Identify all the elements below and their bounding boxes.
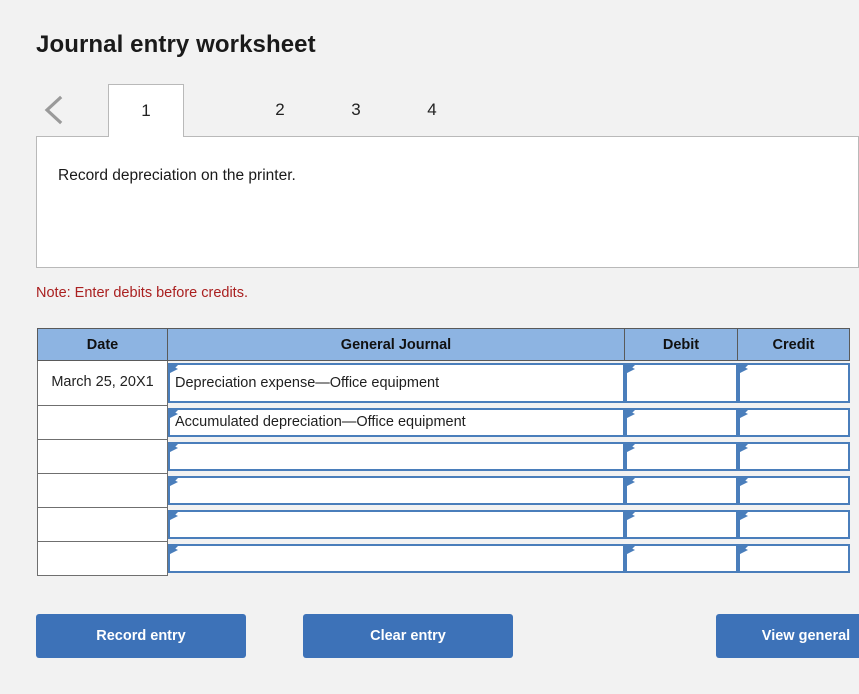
date-cell[interactable]	[37, 439, 168, 474]
credit-input[interactable]	[737, 509, 850, 539]
table-row	[37, 473, 850, 508]
tab-4[interactable]: 4	[396, 84, 468, 136]
cell-marker-icon	[170, 364, 178, 373]
cell-marker-icon	[170, 545, 178, 554]
worksheet-tab-strip: 1 2 3 4	[36, 84, 859, 137]
tab-2-label: 2	[275, 100, 285, 119]
debit-input[interactable]	[624, 362, 738, 403]
record-entry-button[interactable]: Record entry	[36, 614, 246, 658]
cell-marker-icon	[626, 409, 635, 418]
column-header-date: Date	[37, 328, 168, 361]
account-cell[interactable]	[167, 507, 625, 542]
tab-2[interactable]: 2	[244, 84, 316, 136]
credit-cell[interactable]	[737, 439, 850, 474]
debit-input[interactable]	[624, 475, 738, 505]
table-row	[37, 507, 850, 542]
cell-marker-icon	[626, 477, 635, 486]
date-cell[interactable]	[37, 541, 168, 576]
cell-marker-icon	[739, 511, 748, 520]
credit-cell[interactable]	[737, 473, 850, 508]
account-cell[interactable]	[167, 541, 625, 576]
account-input[interactable]	[168, 543, 625, 573]
debit-cell[interactable]	[624, 360, 738, 406]
debit-input[interactable]	[624, 441, 738, 471]
account-input[interactable]	[168, 441, 625, 471]
credit-input[interactable]	[737, 407, 850, 437]
general-journal-table: Date General Journal Debit Credit March …	[37, 328, 850, 576]
cell-marker-icon	[170, 409, 178, 418]
debit-input[interactable]	[624, 543, 738, 573]
tab-4-label: 4	[427, 100, 437, 119]
cell-marker-icon	[739, 364, 748, 373]
question-panel: Record depreciation on the printer.	[36, 137, 859, 268]
clear-entry-button[interactable]: Clear entry	[303, 614, 513, 658]
date-cell[interactable]	[37, 507, 168, 542]
credit-input[interactable]	[737, 475, 850, 505]
cell-marker-icon	[739, 477, 748, 486]
account-cell[interactable]	[167, 439, 625, 474]
credit-input[interactable]	[737, 441, 850, 471]
table-header-row: Date General Journal Debit Credit	[37, 328, 850, 361]
cell-marker-icon	[170, 477, 178, 486]
cell-marker-icon	[626, 443, 635, 452]
debits-before-credits-note: Note: Enter debits before credits.	[36, 285, 248, 301]
debit-input[interactable]	[624, 509, 738, 539]
table-row: Accumulated depreciation—Office equipmen…	[37, 405, 850, 440]
page-title: Journal entry worksheet	[36, 31, 316, 58]
account-input-value: Accumulated depreciation—Office equipmen…	[175, 414, 466, 430]
cell-marker-icon	[626, 511, 635, 520]
table-row	[37, 541, 850, 576]
credit-cell[interactable]	[737, 360, 850, 406]
date-cell[interactable]	[37, 405, 168, 440]
tab-1[interactable]: 1	[108, 84, 184, 137]
tab-3[interactable]: 3	[320, 84, 392, 136]
account-input[interactable]: Accumulated depreciation—Office equipmen…	[168, 407, 625, 437]
cell-marker-icon	[170, 511, 178, 520]
credit-cell[interactable]	[737, 507, 850, 542]
column-header-credit: Credit	[737, 328, 850, 361]
journal-entry-worksheet-page: Journal entry worksheet 1 2 3 4 Record d…	[0, 0, 859, 694]
account-input[interactable]: Depreciation expense—Office equipment	[168, 362, 625, 403]
cell-marker-icon	[739, 409, 748, 418]
account-cell[interactable]: Accumulated depreciation—Office equipmen…	[167, 405, 625, 440]
debit-input[interactable]	[624, 407, 738, 437]
credit-input[interactable]	[737, 543, 850, 573]
account-cell[interactable]	[167, 473, 625, 508]
view-general-journal-button[interactable]: View general	[716, 614, 859, 658]
table-row: March 25, 20X1 Depreciation expense—Offi…	[37, 360, 850, 406]
account-input[interactable]	[168, 509, 625, 539]
account-cell[interactable]: Depreciation expense—Office equipment	[167, 360, 625, 406]
debit-cell[interactable]	[624, 541, 738, 576]
cell-marker-icon	[626, 364, 635, 373]
column-header-debit: Debit	[624, 328, 738, 361]
account-input[interactable]	[168, 475, 625, 505]
cell-marker-icon	[739, 443, 748, 452]
cell-marker-icon	[170, 443, 178, 452]
column-header-general-journal: General Journal	[167, 328, 625, 361]
date-cell[interactable]: March 25, 20X1	[37, 360, 168, 406]
cell-marker-icon	[739, 545, 748, 554]
debit-cell[interactable]	[624, 405, 738, 440]
account-input-value: Depreciation expense—Office equipment	[175, 374, 440, 391]
debit-cell[interactable]	[624, 507, 738, 542]
chevron-left-icon[interactable]	[40, 92, 68, 128]
tab-3-label: 3	[351, 100, 361, 119]
debit-cell[interactable]	[624, 439, 738, 474]
debit-cell[interactable]	[624, 473, 738, 508]
question-text: Record depreciation on the printer.	[58, 167, 296, 184]
date-cell[interactable]	[37, 473, 168, 508]
credit-input[interactable]	[737, 362, 850, 403]
tab-1-label: 1	[141, 101, 151, 120]
credit-cell[interactable]	[737, 405, 850, 440]
table-row	[37, 439, 850, 474]
cell-marker-icon	[626, 545, 635, 554]
credit-cell[interactable]	[737, 541, 850, 576]
